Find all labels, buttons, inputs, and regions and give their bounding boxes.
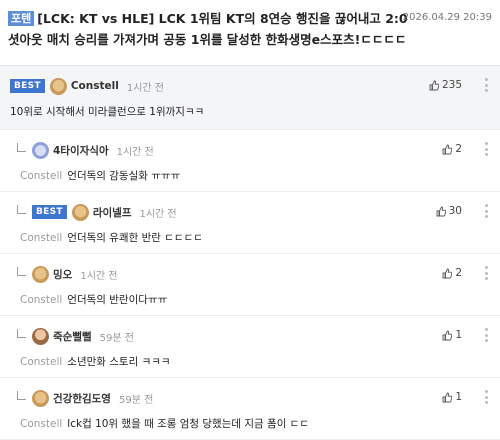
comment: BEST Constell 1시간 전 10위로 시작해서 미라클런으로 1위까지ㅋㅋ…: [0, 66, 500, 130]
thumbs-up-icon: [436, 206, 446, 216]
comment-body: 10위로 시작해서 미라클런으로 1위까지ㅋㅋ: [10, 104, 204, 119]
reply-arrow-icon: [17, 391, 26, 400]
comment-text: 소년만화 스토리 ㅋㅋㅋ: [67, 356, 171, 368]
reply-arrow-icon: [17, 267, 26, 276]
like-button[interactable]: 2: [442, 143, 462, 155]
thumbs-up-icon: [429, 80, 439, 90]
more-dots-icon[interactable]: [485, 390, 488, 404]
like-count: 1: [455, 391, 462, 403]
comment-author[interactable]: 건강한김도영: [53, 391, 111, 406]
more-dots-icon[interactable]: [485, 204, 488, 218]
comment-time: 59분 전: [99, 332, 134, 344]
reply-arrow-icon: [17, 329, 26, 338]
like-count: 235: [441, 79, 462, 91]
comment-body: Constell 언더독의 반란이다ㅠㅠ: [20, 292, 167, 307]
comment-meta: BEST 라이넬프 1시간 전: [32, 202, 177, 222]
comment-text: 10위로 시작해서 미라클런으로 1위까지ㅋㅋ: [10, 106, 205, 118]
comment-list: BEST Constell 1시간 전 10위로 시작해서 미라클런으로 1위까지ㅋㅋ…: [0, 66, 500, 440]
comment-time: 1시간 전: [139, 208, 177, 220]
more-dots-icon[interactable]: [485, 142, 488, 156]
comment-author[interactable]: 죽순뻘뻘: [53, 329, 92, 344]
like-button[interactable]: 30: [436, 205, 462, 217]
avatar[interactable]: [32, 389, 49, 407]
comment-time: 1시간 전: [116, 146, 154, 158]
comment-author[interactable]: 밍오: [53, 267, 72, 282]
like-count: 2: [455, 143, 462, 155]
comment-meta: 4타이자식아 1시간 전: [32, 140, 154, 160]
like-button[interactable]: 235: [429, 79, 462, 91]
reply-comment: 건강한김도영 59분 전 Constell lck컵 10위 했을 때 조롱 엄청 당…: [0, 378, 500, 440]
mention-author[interactable]: Constell: [20, 294, 62, 306]
comment-time: 1시간 전: [80, 270, 118, 282]
comment-text: 언더독의 반란이다ㅠㅠ: [67, 294, 168, 306]
post-title-text: [LCK: KT vs HLE] LCK 1위팀 KT의 8연승 행진을 끊어내…: [8, 11, 408, 47]
thumbs-up-icon: [442, 330, 453, 340]
comment-time: 59분 전: [118, 394, 154, 406]
more-dots-icon[interactable]: [485, 78, 488, 92]
reply-arrow-icon: [17, 205, 26, 214]
mention-author[interactable]: Constell: [20, 418, 62, 430]
thumbs-up-icon: [442, 144, 453, 154]
best-badge: BEST: [32, 205, 67, 219]
comment-body: Constell 언더독의 유쾌한 반란 ㄷㄷㄷㄷ: [20, 230, 203, 245]
reply-comment: 4타이자식아 1시간 전 Constell 언더독의 감동실화 ㅠㅠㅠ 2: [0, 130, 500, 192]
like-button[interactable]: 2: [442, 267, 462, 279]
best-badge: BEST: [10, 79, 45, 93]
post-tag: 포텐: [8, 11, 35, 26]
reply-comment: 죽순뻘뻘 59분 전 Constell 소년만화 스토리 ㅋㅋㅋ 1: [0, 316, 500, 378]
reply-arrow-icon: [17, 143, 26, 152]
mention-author[interactable]: Constell: [20, 356, 62, 368]
avatar[interactable]: [49, 77, 67, 95]
like-count: 2: [455, 267, 462, 279]
comment-body: Constell 소년만화 스토리 ㅋㅋㅋ: [20, 354, 171, 369]
more-dots-icon[interactable]: [485, 328, 488, 342]
comment-author[interactable]: 라이넬프: [93, 205, 132, 220]
comment-time: 1시간 전: [126, 82, 164, 94]
comment-meta: BEST Constell 1시간 전: [10, 76, 164, 96]
like-button[interactable]: 1: [442, 329, 462, 341]
comment-author[interactable]: 4타이자식아: [53, 143, 109, 158]
comment-author[interactable]: Constell: [71, 80, 119, 92]
comment-text: lck컵 10위 했을 때 조롱 엄청 당했는데 지금 폼이 ㄷㄷ: [67, 418, 310, 430]
avatar[interactable]: [32, 141, 49, 159]
avatar[interactable]: [32, 327, 49, 345]
like-count: 1: [455, 329, 462, 341]
comment-meta: 밍오 1시간 전: [32, 264, 117, 284]
comment-body: Constell lck컵 10위 했을 때 조롱 엄청 당했는데 지금 폼이 ㄷ…: [20, 416, 309, 431]
avatar[interactable]: [71, 203, 89, 221]
avatar[interactable]: [32, 265, 49, 283]
reply-comment: BEST 라이넬프 1시간 전 Constell 언더독의 유쾌한 반란 ㄷㄷㄷㄷ 30: [0, 192, 500, 254]
like-button[interactable]: 1: [442, 391, 462, 403]
more-dots-icon[interactable]: [485, 266, 488, 280]
comment-meta: 건강한김도영 59분 전: [32, 388, 153, 408]
post-title[interactable]: 포텐 [LCK: KT vs HLE] LCK 1위팀 KT의 8연승 행진을 끊…: [8, 8, 420, 50]
post-header: 포텐 [LCK: KT vs HLE] LCK 1위팀 KT의 8연승 행진을 끊…: [0, 0, 500, 66]
comment-text: 언더독의 감동실화 ㅠㅠㅠ: [67, 170, 181, 182]
comment-text: 언더독의 유쾌한 반란 ㄷㄷㄷㄷ: [67, 232, 203, 244]
thumbs-up-icon: [442, 392, 453, 402]
mention-author[interactable]: Constell: [20, 170, 62, 182]
thumbs-up-icon: [442, 268, 453, 278]
comment-meta: 죽순뻘뻘 59분 전: [32, 326, 134, 346]
reply-comment: 밍오 1시간 전 Constell 언더독의 반란이다ㅠㅠ 2: [0, 254, 500, 316]
post-date: 2026.04.29 20:39: [402, 12, 492, 23]
comment-body: Constell 언더독의 감동실화 ㅠㅠㅠ: [20, 168, 180, 183]
like-count: 30: [448, 205, 462, 217]
mention-author[interactable]: Constell: [20, 232, 62, 244]
